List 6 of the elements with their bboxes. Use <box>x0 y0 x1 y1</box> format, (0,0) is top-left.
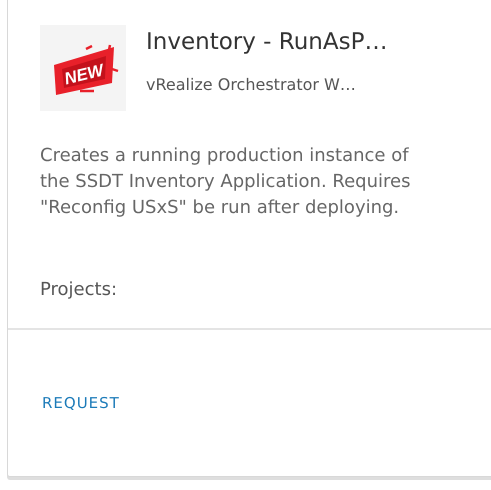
new-badge-icon: NEW <box>40 25 126 111</box>
card-title: Inventory - RunAsP… <box>146 29 388 55</box>
request-button[interactable]: REQUEST <box>42 390 120 416</box>
card-subtitle: vRealize Orchestrator W… <box>146 75 357 94</box>
projects-label: Projects: <box>40 279 118 300</box>
card-description: Creates a running production instance of the SSDT Inventory Application. Requires "Reconfig USxS" be run after deploying. <box>40 144 412 220</box>
